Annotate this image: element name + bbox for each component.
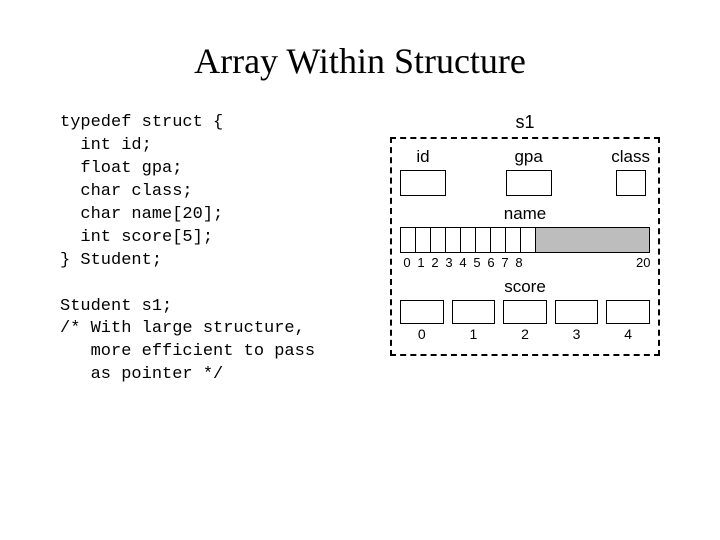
tick: 4 (456, 255, 470, 271)
tick: 20 (636, 255, 650, 270)
array-cell (401, 228, 416, 252)
field-id: id (400, 147, 446, 196)
array-cell (452, 300, 496, 324)
content-row: typedef struct { int id; float gpa; char… (60, 112, 660, 387)
field-class: class (611, 147, 650, 196)
name-label: name (400, 204, 650, 224)
array-cell (503, 300, 547, 324)
array-cell (446, 228, 461, 252)
tick: 1 (414, 255, 428, 271)
tick: 3 (442, 255, 456, 271)
tick: 4 (606, 326, 650, 342)
field-label: class (611, 147, 650, 167)
array-cell (521, 228, 536, 252)
array-cell-ellipsis (536, 228, 649, 252)
code-line: int id; (60, 136, 152, 155)
tick: 3 (555, 326, 599, 342)
array-cell (431, 228, 446, 252)
code-line: more efficient to pass (60, 342, 315, 361)
code-line: int score[5]; (60, 228, 213, 247)
tick: 7 (498, 255, 512, 271)
tick: 6 (484, 255, 498, 271)
field-label: gpa (514, 147, 542, 167)
code-line: typedef struct { (60, 113, 223, 132)
array-cell (461, 228, 476, 252)
code-line: /* With large structure, (60, 319, 305, 338)
code-line: char class; (60, 182, 193, 201)
code-line: char name[20]; (60, 205, 223, 224)
array-cell (416, 228, 431, 252)
name-array (400, 227, 650, 253)
field-cell (616, 170, 646, 196)
tick: 0 (400, 255, 414, 271)
field-label: id (416, 147, 429, 167)
struct-outline: id gpa class name (390, 137, 660, 356)
score-array (400, 300, 650, 324)
field-cell (506, 170, 552, 196)
slide-title: Array Within Structure (60, 40, 660, 82)
code-line: float gpa; (60, 159, 182, 178)
tick: 5 (470, 255, 484, 271)
scalar-fields-row: id gpa class (400, 147, 650, 196)
name-ticks: 0 1 2 3 4 5 6 7 8 20 (400, 255, 650, 271)
code-line: as pointer */ (60, 365, 223, 384)
array-cell (555, 300, 599, 324)
score-label: score (400, 277, 650, 297)
score-ticks: 0 1 2 3 4 (400, 326, 650, 342)
array-cell (491, 228, 506, 252)
array-cell (606, 300, 650, 324)
variable-label: s1 (390, 112, 660, 133)
code-line: } Student; (60, 251, 162, 270)
array-cell (476, 228, 491, 252)
array-cell (506, 228, 521, 252)
tick: 2 (503, 326, 547, 342)
tick: 0 (400, 326, 444, 342)
field-gpa: gpa (506, 147, 552, 196)
code-block: typedef struct { int id; float gpa; char… (60, 112, 370, 387)
tick: 8 (512, 255, 526, 271)
code-line: Student s1; (60, 297, 172, 316)
array-cell (400, 300, 444, 324)
tick: 1 (452, 326, 496, 342)
diagram: s1 id gpa class name (390, 112, 660, 387)
tick: 2 (428, 255, 442, 271)
field-cell (400, 170, 446, 196)
